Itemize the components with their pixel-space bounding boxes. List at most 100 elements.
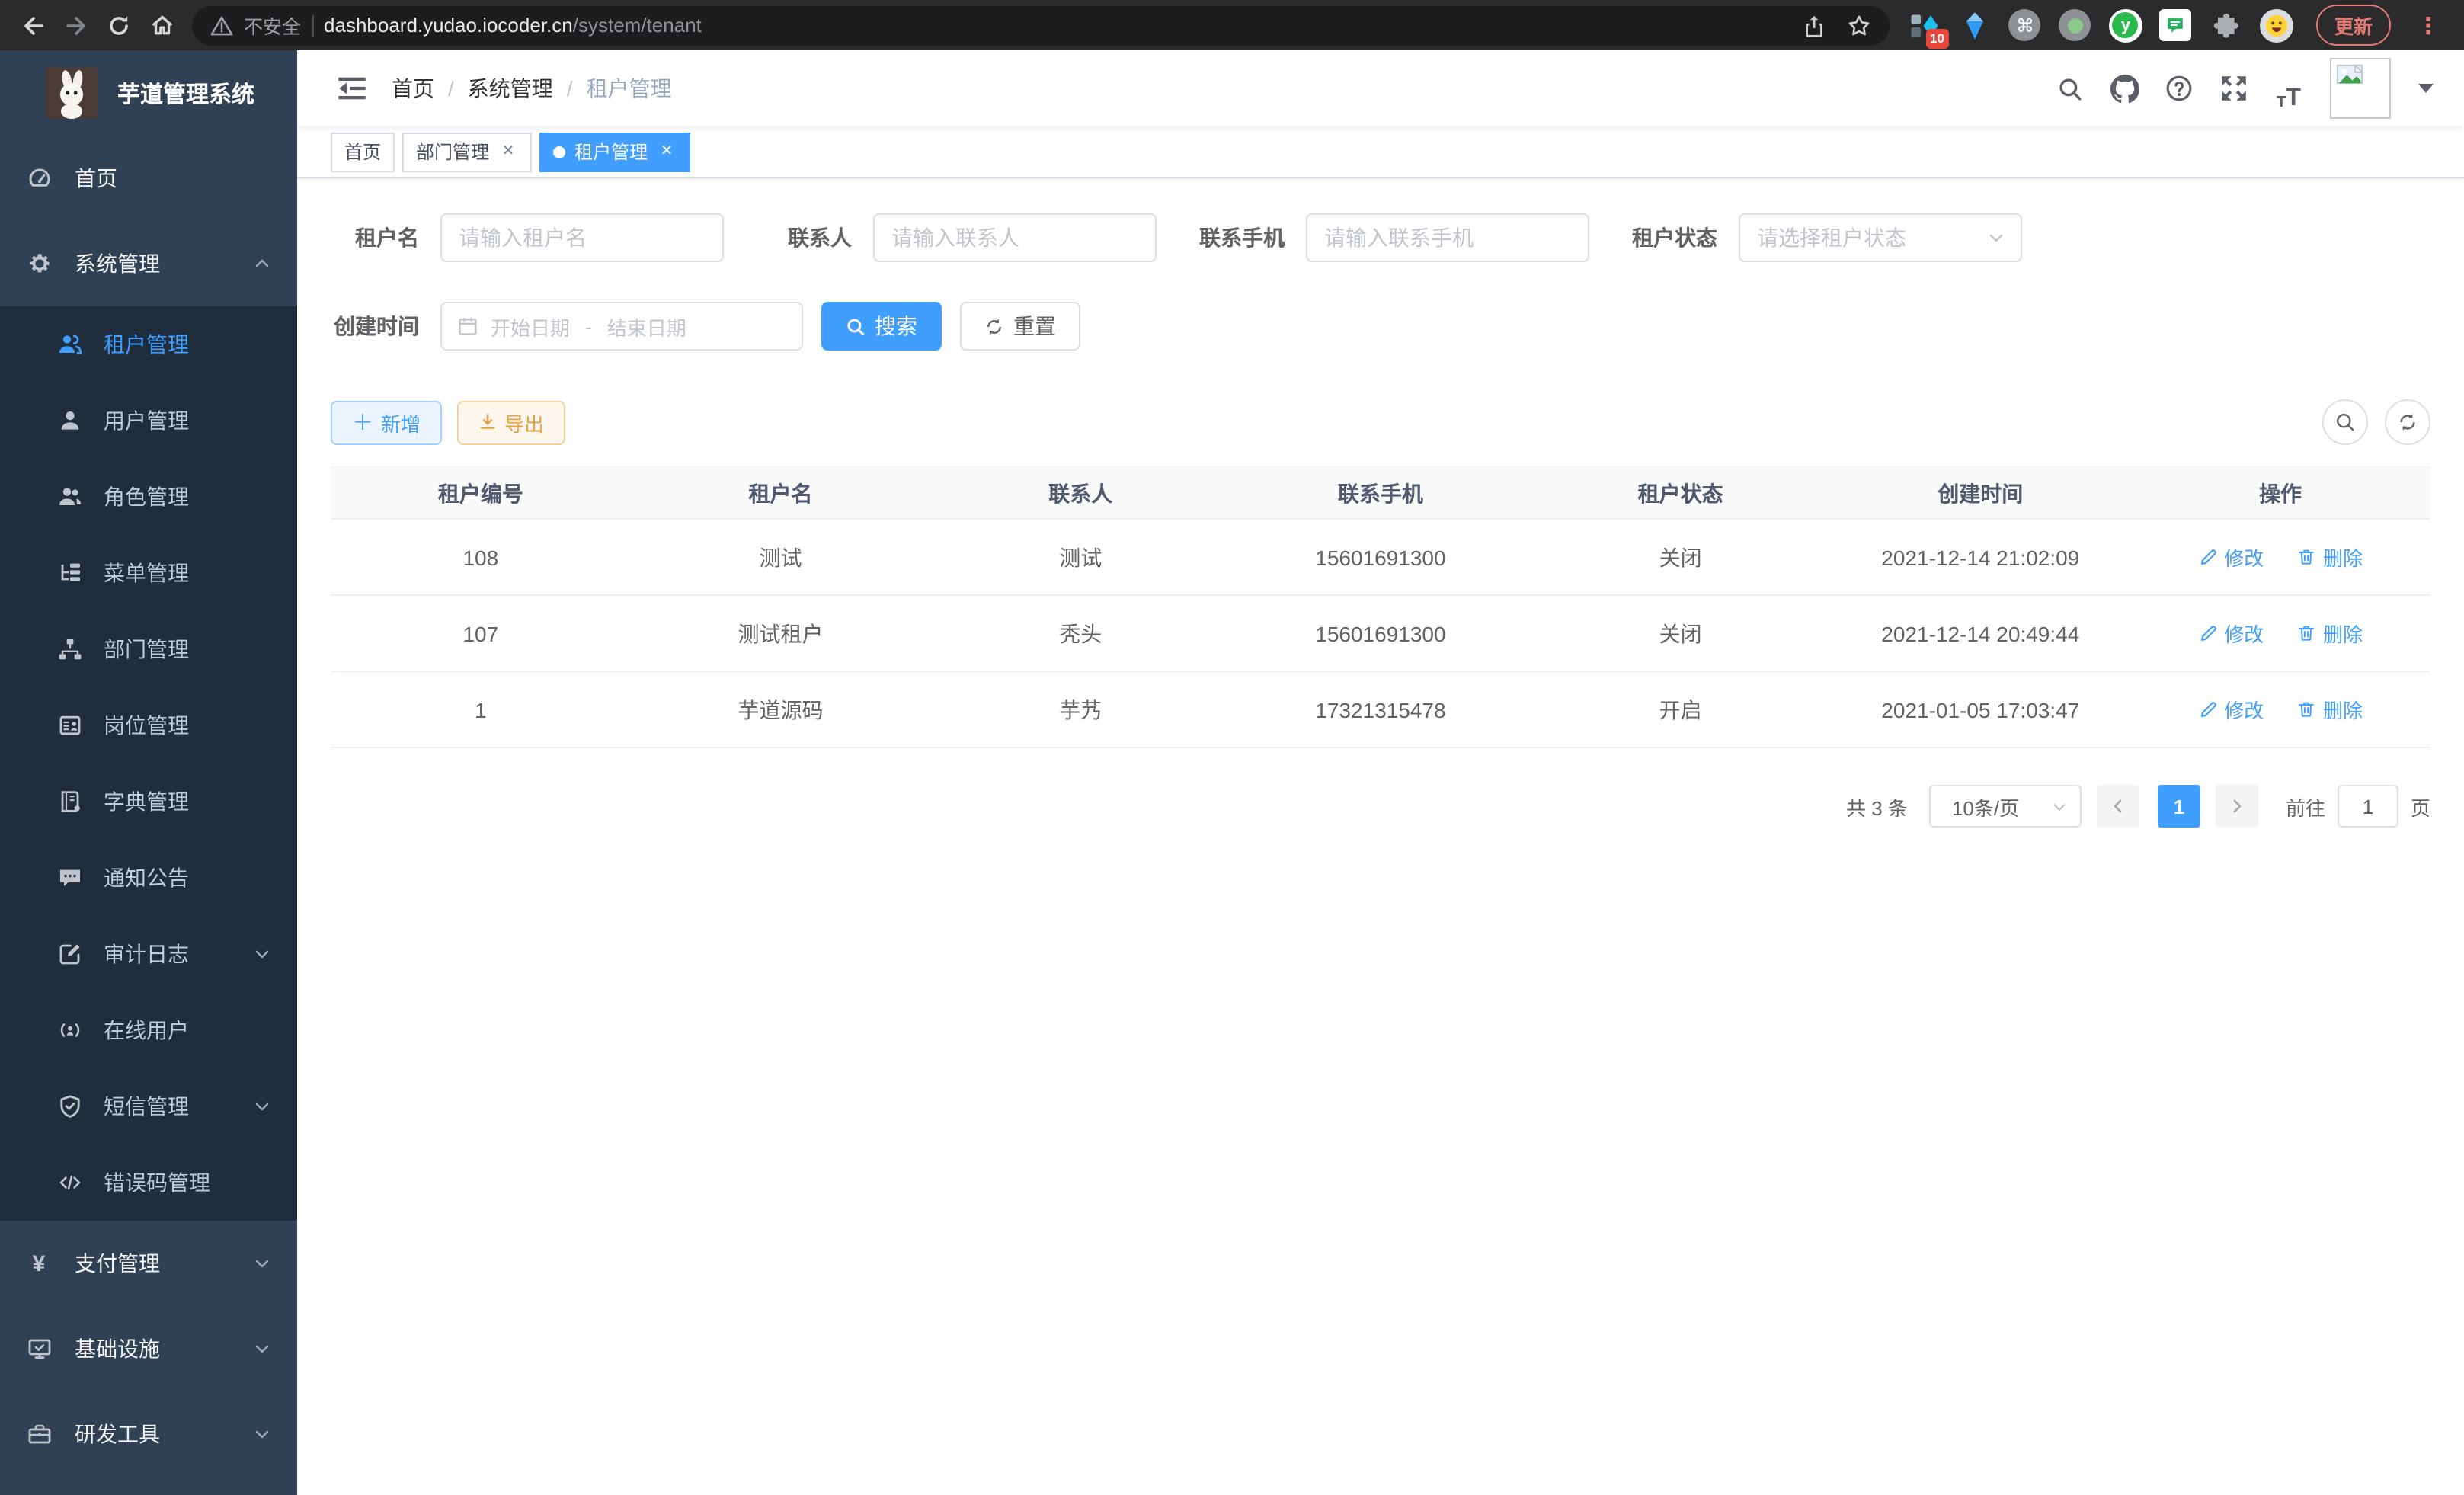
sidebar-item-label: 支付管理	[75, 1248, 160, 1279]
page-size-select[interactable]: 10条/页	[1929, 785, 2082, 828]
filter-label: 租户名	[331, 222, 419, 253]
app-title: 芋道管理系统	[117, 77, 254, 109]
bookmark-star-icon[interactable]	[1847, 13, 1871, 37]
close-icon[interactable]: ✕	[657, 142, 677, 162]
extension-chat-icon[interactable]	[2159, 8, 2193, 42]
sidebar-item-label: 审计日志	[104, 939, 189, 969]
sidebar-item-dict[interactable]: 字典管理	[0, 764, 297, 840]
security-label[interactable]: 不安全	[244, 11, 301, 40]
security-warning-icon[interactable]	[210, 14, 233, 36]
sidebar-item-role[interactable]: 角色管理	[0, 459, 297, 535]
table-row: 1 芋道源码 芋艿 17321315478 开启 2021-01-05 17:0…	[331, 671, 2430, 748]
goto-label: 前往	[2286, 792, 2325, 821]
user-icon	[56, 408, 82, 433]
dashboard-icon	[26, 166, 52, 190]
extensions-puzzle-icon[interactable]	[2210, 8, 2243, 42]
app-logo[interactable]: 芋道管理系统	[0, 50, 297, 136]
sidebar-item-online-users[interactable]: 在线用户	[0, 992, 297, 1068]
contact-input[interactable]	[873, 213, 1157, 262]
sidebar-item-tenant[interactable]: 租户管理	[0, 306, 297, 383]
sidebar-item-label: 菜单管理	[104, 558, 189, 588]
browser-update-button[interactable]: 更新	[2316, 5, 2391, 46]
sidebar-item-user[interactable]: 用户管理	[0, 383, 297, 459]
mobile-input[interactable]	[1306, 213, 1589, 262]
next-page-button[interactable]	[2216, 785, 2258, 828]
breadcrumb-section[interactable]: 系统管理	[468, 73, 553, 104]
tab-label: 首页	[344, 139, 381, 165]
share-icon[interactable]	[1803, 13, 1826, 37]
goto-page-input[interactable]	[2338, 785, 2398, 828]
address-bar[interactable]: 不安全 dashboard.yudao.iocoder.cn/system/te…	[192, 5, 1890, 45]
extension-gem-icon[interactable]	[1958, 8, 1992, 42]
tab-label: 部门管理	[416, 139, 489, 165]
refresh-icon	[984, 316, 1004, 336]
url-text[interactable]: dashboard.yudao.iocoder.cn/system/tenant	[324, 14, 702, 37]
sidebar-item-menu[interactable]: 菜单管理	[0, 535, 297, 611]
extension-record-icon[interactable]	[2059, 8, 2092, 42]
delete-link[interactable]: 删除	[2297, 695, 2363, 724]
tenant-name-input[interactable]	[440, 213, 724, 262]
edit-link[interactable]: 修改	[2198, 695, 2264, 724]
delete-link[interactable]: 删除	[2297, 543, 2363, 571]
sidebar-item-dept[interactable]: 部门管理	[0, 611, 297, 687]
font-size-icon[interactable]: TT	[2266, 66, 2312, 111]
sidebar-item-error-code[interactable]: 错误码管理	[0, 1144, 297, 1221]
sidebar-item-audit-log[interactable]: 审计日志	[0, 916, 297, 992]
date-range-picker[interactable]: 开始日期 - 结束日期	[440, 302, 803, 351]
refresh-table-button[interactable]	[2385, 399, 2430, 445]
close-icon[interactable]: ✕	[498, 142, 518, 162]
filter-mobile: 联系手机	[1196, 213, 1589, 262]
add-button[interactable]: ＋ 新增	[331, 400, 442, 444]
cell-created: 2021-12-14 20:49:44	[1830, 595, 2130, 671]
browser-forward-button[interactable]	[55, 4, 98, 46]
page-number-button[interactable]: 1	[2158, 785, 2200, 828]
cell-status: 关闭	[1531, 595, 1831, 671]
profile-avatar-icon[interactable]	[2260, 8, 2293, 42]
reset-button[interactable]: 重置	[960, 302, 1080, 351]
extension-command-icon[interactable]: ⌘	[2008, 8, 2042, 42]
delete-link[interactable]: 删除	[2297, 619, 2363, 648]
col-tenant-id: 租户编号	[331, 467, 631, 519]
prev-page-button[interactable]	[2097, 785, 2139, 828]
extension-y-icon[interactable]: y	[2109, 8, 2142, 42]
hide-search-button[interactable]	[2322, 399, 2368, 445]
github-icon[interactable]	[2101, 66, 2147, 111]
extension-grid-icon[interactable]: 10	[1908, 8, 1941, 42]
tenant-users-icon	[56, 332, 82, 357]
browser-menu-icon[interactable]: ⋮	[2411, 11, 2446, 39]
export-button[interactable]: 导出	[457, 400, 565, 444]
sidebar-item-post[interactable]: 岗位管理	[0, 687, 297, 764]
header-actions: TT	[2046, 58, 2443, 119]
filter-label: 创建时间	[331, 311, 419, 341]
sidebar-item-system[interactable]: 系统管理	[0, 221, 297, 306]
sidebar-item-label: 首页	[75, 163, 117, 194]
edit-link[interactable]: 修改	[2198, 619, 2264, 648]
sidebar-item-label: 短信管理	[104, 1091, 189, 1122]
avatar-dropdown-caret[interactable]	[2418, 84, 2434, 93]
status-select[interactable]: 请选择租户状态	[1739, 213, 2022, 262]
url-path: /system/tenant	[573, 14, 702, 37]
sidebar-collapse-icon[interactable]	[338, 76, 366, 101]
search-button[interactable]: 搜索	[821, 302, 942, 351]
help-icon[interactable]	[2156, 66, 2202, 111]
browser-reload-button[interactable]	[98, 4, 140, 46]
header-search-icon[interactable]	[2046, 66, 2092, 111]
sidebar-item-home[interactable]: 首页	[0, 136, 297, 221]
tab-tenant-active[interactable]: 租户管理 ✕	[539, 132, 690, 171]
tab-dept[interactable]: 部门管理 ✕	[402, 132, 532, 171]
fullscreen-icon[interactable]	[2211, 66, 2257, 111]
sidebar-item-notice[interactable]: 通知公告	[0, 840, 297, 916]
tab-home[interactable]: 首页	[331, 132, 395, 171]
sidebar-submenu-system: 租户管理 用户管理 角色管理	[0, 306, 297, 1221]
sidebar-item-dev-tools[interactable]: 研发工具	[0, 1391, 297, 1477]
sidebar-item-infra[interactable]: 基础设施	[0, 1306, 297, 1391]
breadcrumb-home[interactable]: 首页	[392, 73, 434, 104]
browser-toolbar: 不安全 dashboard.yudao.iocoder.cn/system/te…	[0, 0, 2464, 50]
sidebar-item-payment[interactable]: ¥ 支付管理	[0, 1221, 297, 1306]
browser-back-button[interactable]	[12, 4, 55, 46]
browser-home-button[interactable]	[140, 4, 183, 46]
sidebar-item-sms[interactable]: 短信管理	[0, 1068, 297, 1144]
cell-actions: 修改 删除	[2130, 595, 2430, 671]
user-avatar[interactable]	[2330, 58, 2391, 119]
edit-link[interactable]: 修改	[2198, 543, 2264, 571]
